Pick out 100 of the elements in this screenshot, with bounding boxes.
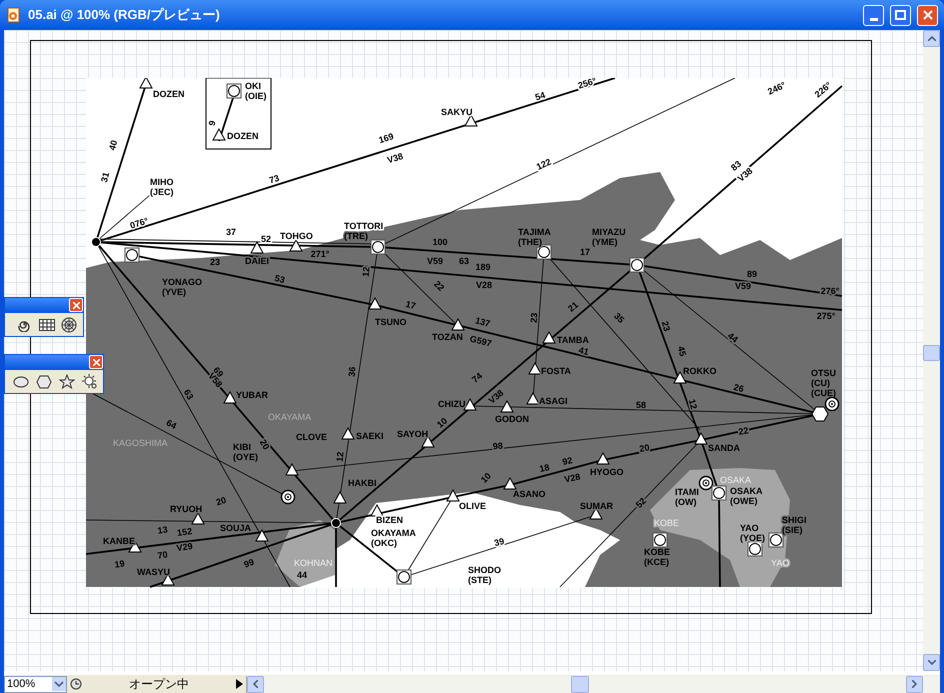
route-label: 41 <box>578 345 590 358</box>
waypoint-code: (SIE) <box>782 525 803 535</box>
route-label: 23 <box>528 312 540 324</box>
minimize-button[interactable] <box>863 4 884 26</box>
route-label: V59 <box>427 256 443 266</box>
waypoint-code: (YOE) <box>740 533 766 543</box>
waypoint-code: (THE) <box>518 237 542 247</box>
triangle-icon <box>250 240 264 254</box>
minimize-icon <box>870 18 878 20</box>
route-label: 076° <box>128 216 150 231</box>
waypoint-code: (KCE) <box>644 557 669 567</box>
horizontal-scrollbar[interactable] <box>247 676 940 692</box>
waypoint-label: OSAKA <box>730 486 763 496</box>
maximize-button[interactable] <box>890 4 911 26</box>
route-label: 44 <box>726 330 740 345</box>
scroll-left-button[interactable] <box>247 676 264 692</box>
route-label: 63 <box>459 256 469 266</box>
close-button[interactable] <box>69 298 83 312</box>
scroll-thumb[interactable] <box>923 345 940 361</box>
route-label: 83 <box>729 158 744 173</box>
triangle-icon <box>503 476 517 490</box>
route-label: G597 <box>468 334 493 349</box>
waypoint-label: GODON <box>495 414 530 424</box>
triangle-icon <box>289 238 303 252</box>
document-icon <box>6 7 22 23</box>
scroll-right-button[interactable] <box>906 676 923 692</box>
waypoint-label: SANDA <box>708 443 740 453</box>
route-label: 22 <box>432 278 446 293</box>
triangle-icon <box>255 528 269 542</box>
waypoint-code: (TRE) <box>344 231 368 241</box>
area-label: KOBE <box>654 518 680 528</box>
waypoint-code: (OWE) <box>730 496 758 506</box>
route-label: 12 <box>686 398 700 410</box>
route-label: 246° <box>766 80 788 97</box>
route-label: 189 <box>475 262 491 272</box>
route-label: 17 <box>580 247 590 257</box>
route-label: 122 <box>534 156 553 172</box>
star-icon[interactable] <box>59 374 75 389</box>
waypoint-label: SHODO <box>468 565 502 575</box>
route-label: 169 <box>377 131 395 146</box>
route-label: 44 <box>297 570 307 580</box>
waypoint-label: OLIVE <box>459 501 486 511</box>
scroll-down-button[interactable] <box>923 654 940 671</box>
polar-grid-icon[interactable] <box>61 316 77 332</box>
waypoint-code: (OYE) <box>233 452 258 462</box>
window-title: 05.ai @ 100% (RGB/プレビュー) <box>28 6 221 24</box>
waypoint-label: KIBI <box>233 442 251 452</box>
route-label: V28 <box>564 472 582 485</box>
triangle-icon <box>285 462 299 476</box>
triangle-icon <box>370 504 384 516</box>
hexagon-icon <box>811 406 829 422</box>
waypoint-label: HAKBI <box>348 478 376 488</box>
triangle-icon <box>191 512 205 524</box>
route-label: 26 <box>732 382 745 394</box>
route-label: 31 <box>98 171 112 184</box>
flare-icon[interactable] <box>82 374 98 390</box>
route-label: 23 <box>210 257 220 267</box>
circle-in-square-icon <box>652 532 668 548</box>
route-label: 36 <box>346 366 358 378</box>
triangle-icon <box>446 488 460 502</box>
triangle-icon <box>463 398 477 410</box>
route-label: 12 <box>334 451 346 462</box>
close-icon <box>92 358 100 366</box>
vertical-scrollbar[interactable] <box>923 30 940 671</box>
waypoint-code: (STE) <box>468 575 492 585</box>
route-label: 17 <box>404 299 417 312</box>
chevron-down-icon <box>928 660 936 665</box>
waypoint-code: (OIE) <box>245 91 266 101</box>
route-label: 12 <box>360 266 372 278</box>
circle-in-square-icon <box>226 84 242 98</box>
area-label: OSAKA <box>720 475 752 485</box>
ellipse-icon[interactable] <box>13 376 29 388</box>
zoom-field[interactable]: 100% <box>4 676 67 692</box>
waypoint-code: (YVE) <box>162 287 186 297</box>
route-label: 21 <box>566 300 580 314</box>
route-label: 137 <box>474 315 492 329</box>
waypoint-label: TAJIMA <box>518 227 551 237</box>
scroll-up-button[interactable] <box>923 30 940 47</box>
close-button[interactable] <box>89 355 103 369</box>
grid-icon[interactable] <box>39 318 55 330</box>
route-label: 10 <box>435 416 450 430</box>
area-label: KAGOSHIMA <box>113 438 168 448</box>
waypoint-label: WASYU <box>137 567 170 577</box>
waypoint-label: ASANO <box>513 489 546 499</box>
waypoint-label: SAYOH <box>397 429 428 439</box>
triangle-icon <box>596 452 610 464</box>
route-label: 54 <box>534 90 546 102</box>
route-label: 20 <box>258 438 272 452</box>
close-icon <box>922 10 932 20</box>
hexagon-icon[interactable] <box>36 374 52 388</box>
waypoint-label: YUBAR <box>236 390 268 400</box>
scroll-thumb[interactable] <box>571 676 589 692</box>
play-arrow-icon <box>236 679 243 689</box>
route-label: 275° <box>816 311 836 321</box>
triangle-icon <box>368 296 382 310</box>
waypoint-label: RYUOH <box>170 504 202 514</box>
route-label: 74 <box>470 370 484 385</box>
waypoint-label: SOUJA <box>220 523 252 533</box>
route-label: V28 <box>476 280 492 290</box>
close-button[interactable] <box>917 4 938 26</box>
